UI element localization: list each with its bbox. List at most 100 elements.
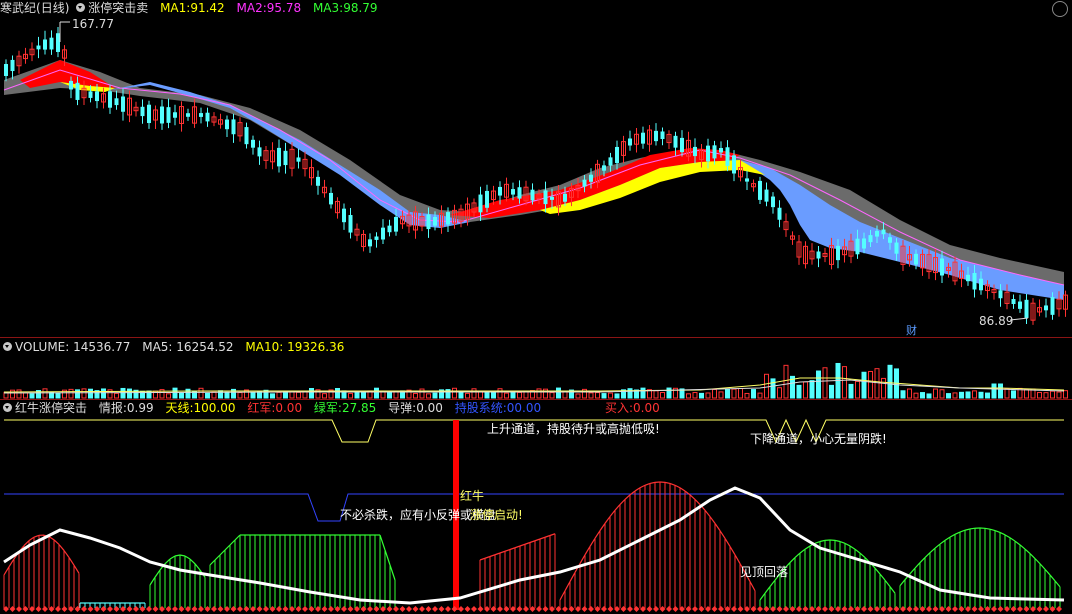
bottom-marker <box>607 606 614 612</box>
volume-bar <box>218 390 223 399</box>
bottom-marker <box>971 606 978 612</box>
annotation-downtrend: 下降通道，小心无量阴跌! <box>750 432 887 446</box>
candle <box>218 113 223 129</box>
bottom-marker <box>887 606 893 612</box>
volume-bar <box>543 388 548 399</box>
bottom-marker <box>601 606 607 612</box>
bottom-marker <box>113 606 120 612</box>
volume-bar <box>257 391 262 399</box>
bottom-marker <box>763 606 770 612</box>
volume-bar <box>439 389 444 399</box>
indicator-dropdown-icon[interactable] <box>76 3 86 12</box>
volume-bar <box>354 392 360 399</box>
volume-bar <box>10 389 15 399</box>
bottom-marker <box>633 606 640 612</box>
candle <box>758 176 762 205</box>
volume-bar <box>478 391 483 399</box>
bottom-marker <box>874 606 880 612</box>
volume-bar <box>952 392 958 399</box>
bottom-marker <box>698 606 705 612</box>
bottom-marker <box>653 606 659 612</box>
candle <box>10 55 15 80</box>
volume-dropdown-icon[interactable] <box>3 342 12 351</box>
indicator-panel-name[interactable]: 红牛涨停突击 <box>15 400 87 416</box>
volume-bar <box>809 380 815 399</box>
volume-header: VOLUME: 14536.77 MA5: 16254.52 MA10: 193… <box>0 339 344 355</box>
price-panel[interactable] <box>0 0 1072 340</box>
volume-bar <box>445 389 451 399</box>
candle <box>199 107 203 124</box>
bottom-marker <box>789 606 796 612</box>
volume-bar <box>790 375 795 399</box>
volume-bar <box>419 388 425 399</box>
field-missile: 导弹:0.00 <box>388 401 443 415</box>
bottom-marker <box>984 606 991 612</box>
low-price-label: 86.89 <box>979 314 1014 328</box>
volume-bar <box>29 393 35 399</box>
indicator-bars <box>3 481 1061 608</box>
bottom-marker <box>120 606 126 612</box>
volume-bar <box>380 390 386 399</box>
stock-name[interactable]: 寒武纪 <box>0 0 36 16</box>
indicator-panel-dropdown-icon[interactable] <box>3 403 12 412</box>
volume-bar <box>822 367 828 399</box>
volume-bar <box>647 389 652 399</box>
bottom-marker <box>627 606 633 612</box>
volume-bar <box>504 392 509 399</box>
volume-bar <box>1037 392 1042 399</box>
volume-bar <box>978 391 984 399</box>
bottom-marker <box>198 606 204 612</box>
field-green-army: 绿军:27.85 <box>313 401 377 415</box>
bottom-marker <box>276 606 282 612</box>
volume-bar <box>614 393 620 399</box>
indicator-name[interactable]: 涨停突击卖 <box>88 0 148 16</box>
volume-bar <box>933 388 938 399</box>
finance-marker[interactable]: 财 <box>906 322 917 338</box>
settings-circle-icon[interactable] <box>1052 1 1068 17</box>
bottom-marker <box>425 606 432 612</box>
candle <box>16 50 22 74</box>
bottom-marker <box>523 606 529 612</box>
bottom-marker <box>581 606 588 612</box>
volume-bar <box>432 392 438 399</box>
volume-bar <box>49 391 54 399</box>
bottom-marker <box>1030 606 1036 612</box>
candle <box>335 197 340 219</box>
volume-bar <box>575 393 581 399</box>
candle <box>49 30 54 55</box>
volume-bar <box>296 391 301 399</box>
bottom-marker <box>354 606 360 612</box>
bottom-marker <box>126 606 133 612</box>
volume-bar <box>1011 390 1016 399</box>
candle <box>783 213 789 237</box>
volume-bar <box>738 387 743 399</box>
bottom-marker <box>692 606 698 612</box>
bottom-marker <box>750 606 757 612</box>
candle <box>1030 298 1036 325</box>
bottom-marker <box>152 606 159 612</box>
candle <box>660 127 665 146</box>
period-label[interactable]: (日线) <box>36 0 69 16</box>
candle <box>816 245 821 268</box>
volume-bar <box>673 387 678 399</box>
volume-bar <box>666 387 672 399</box>
volume-bar <box>120 387 126 399</box>
volume-bar <box>68 388 74 399</box>
candle <box>329 187 333 209</box>
volume-bar <box>699 392 704 399</box>
volume-bar <box>556 387 561 399</box>
candlesticks <box>4 26 1068 325</box>
candle <box>114 90 119 110</box>
candle <box>1063 290 1068 317</box>
bottom-marker <box>373 606 380 612</box>
candle <box>771 192 775 214</box>
volume-bar <box>192 390 197 399</box>
volume-bar <box>640 387 646 399</box>
volume-bar <box>491 392 496 399</box>
field-buy: 买入:0.00 <box>604 401 660 415</box>
hold-system-line <box>4 493 1064 522</box>
bottom-marker <box>835 606 841 612</box>
candle <box>751 179 756 192</box>
volume-bar <box>406 389 412 399</box>
main-header: 寒武纪(日线) 涨停突击卖 MA1:91.42 MA2:95.78 MA3:98… <box>0 0 378 16</box>
